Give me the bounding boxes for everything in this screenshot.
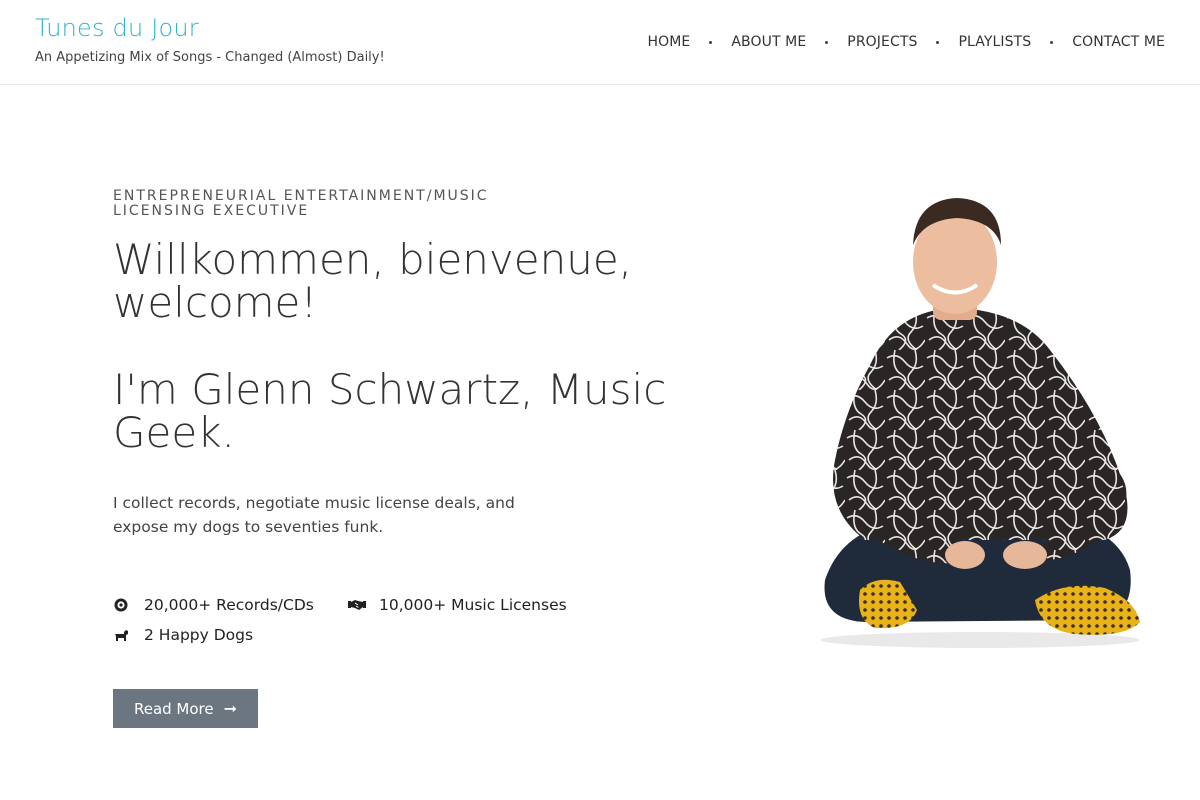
hero-heading-welcome: Willkommen, bienvenue, welcome! [113, 235, 633, 327]
stat-label: 10,000+ Music Licenses [379, 596, 567, 614]
stat-licenses: 10,000+ Music Licenses [348, 596, 567, 614]
read-more-label: Read More [133, 699, 214, 718]
nav-separator-dot [1050, 40, 1054, 44]
stat-records: 20,000+ Records/CDs [113, 596, 314, 614]
profile-photo [805, 190, 1150, 650]
handshake-icon [348, 597, 366, 613]
site-header: Tunes du Jour An Appetizing Mix of Songs… [0, 0, 1200, 85]
dog-icon [113, 627, 129, 643]
nav-about-me[interactable]: ABOUT ME [731, 34, 806, 50]
arrow-right-icon: ➞ [223, 699, 238, 718]
stat-dogs: 2 Happy Dogs [113, 626, 253, 644]
nav-separator-dot [709, 40, 713, 44]
site-title-link[interactable]: Tunes du Jour [35, 14, 199, 42]
read-more-button[interactable]: Read More ➞ [113, 689, 258, 728]
nav-separator-dot [825, 40, 829, 44]
main-nav: HOME ABOUT ME PROJECTS PLAYLISTS CONTACT… [647, 34, 1165, 50]
nav-home[interactable]: HOME [647, 34, 690, 50]
hero-eyebrow: ENTREPRENEURIAL ENTERTAINMENT/MUSIC LICE… [113, 188, 489, 219]
hero-lead-text: I collect records, negotiate music licen… [113, 494, 515, 536]
record-icon [113, 597, 129, 613]
site-tagline: An Appetizing Mix of Songs - Changed (Al… [35, 50, 385, 65]
nav-projects[interactable]: PROJECTS [847, 34, 917, 50]
nav-playlists[interactable]: PLAYLISTS [958, 34, 1031, 50]
nav-contact-me[interactable]: CONTACT ME [1072, 34, 1165, 50]
stat-label: 20,000+ Records/CDs [144, 596, 314, 614]
hero-heading-name: I'm Glenn Schwartz, Music Geek. [113, 365, 667, 457]
nav-separator-dot [936, 40, 940, 44]
stat-label: 2 Happy Dogs [144, 626, 254, 644]
